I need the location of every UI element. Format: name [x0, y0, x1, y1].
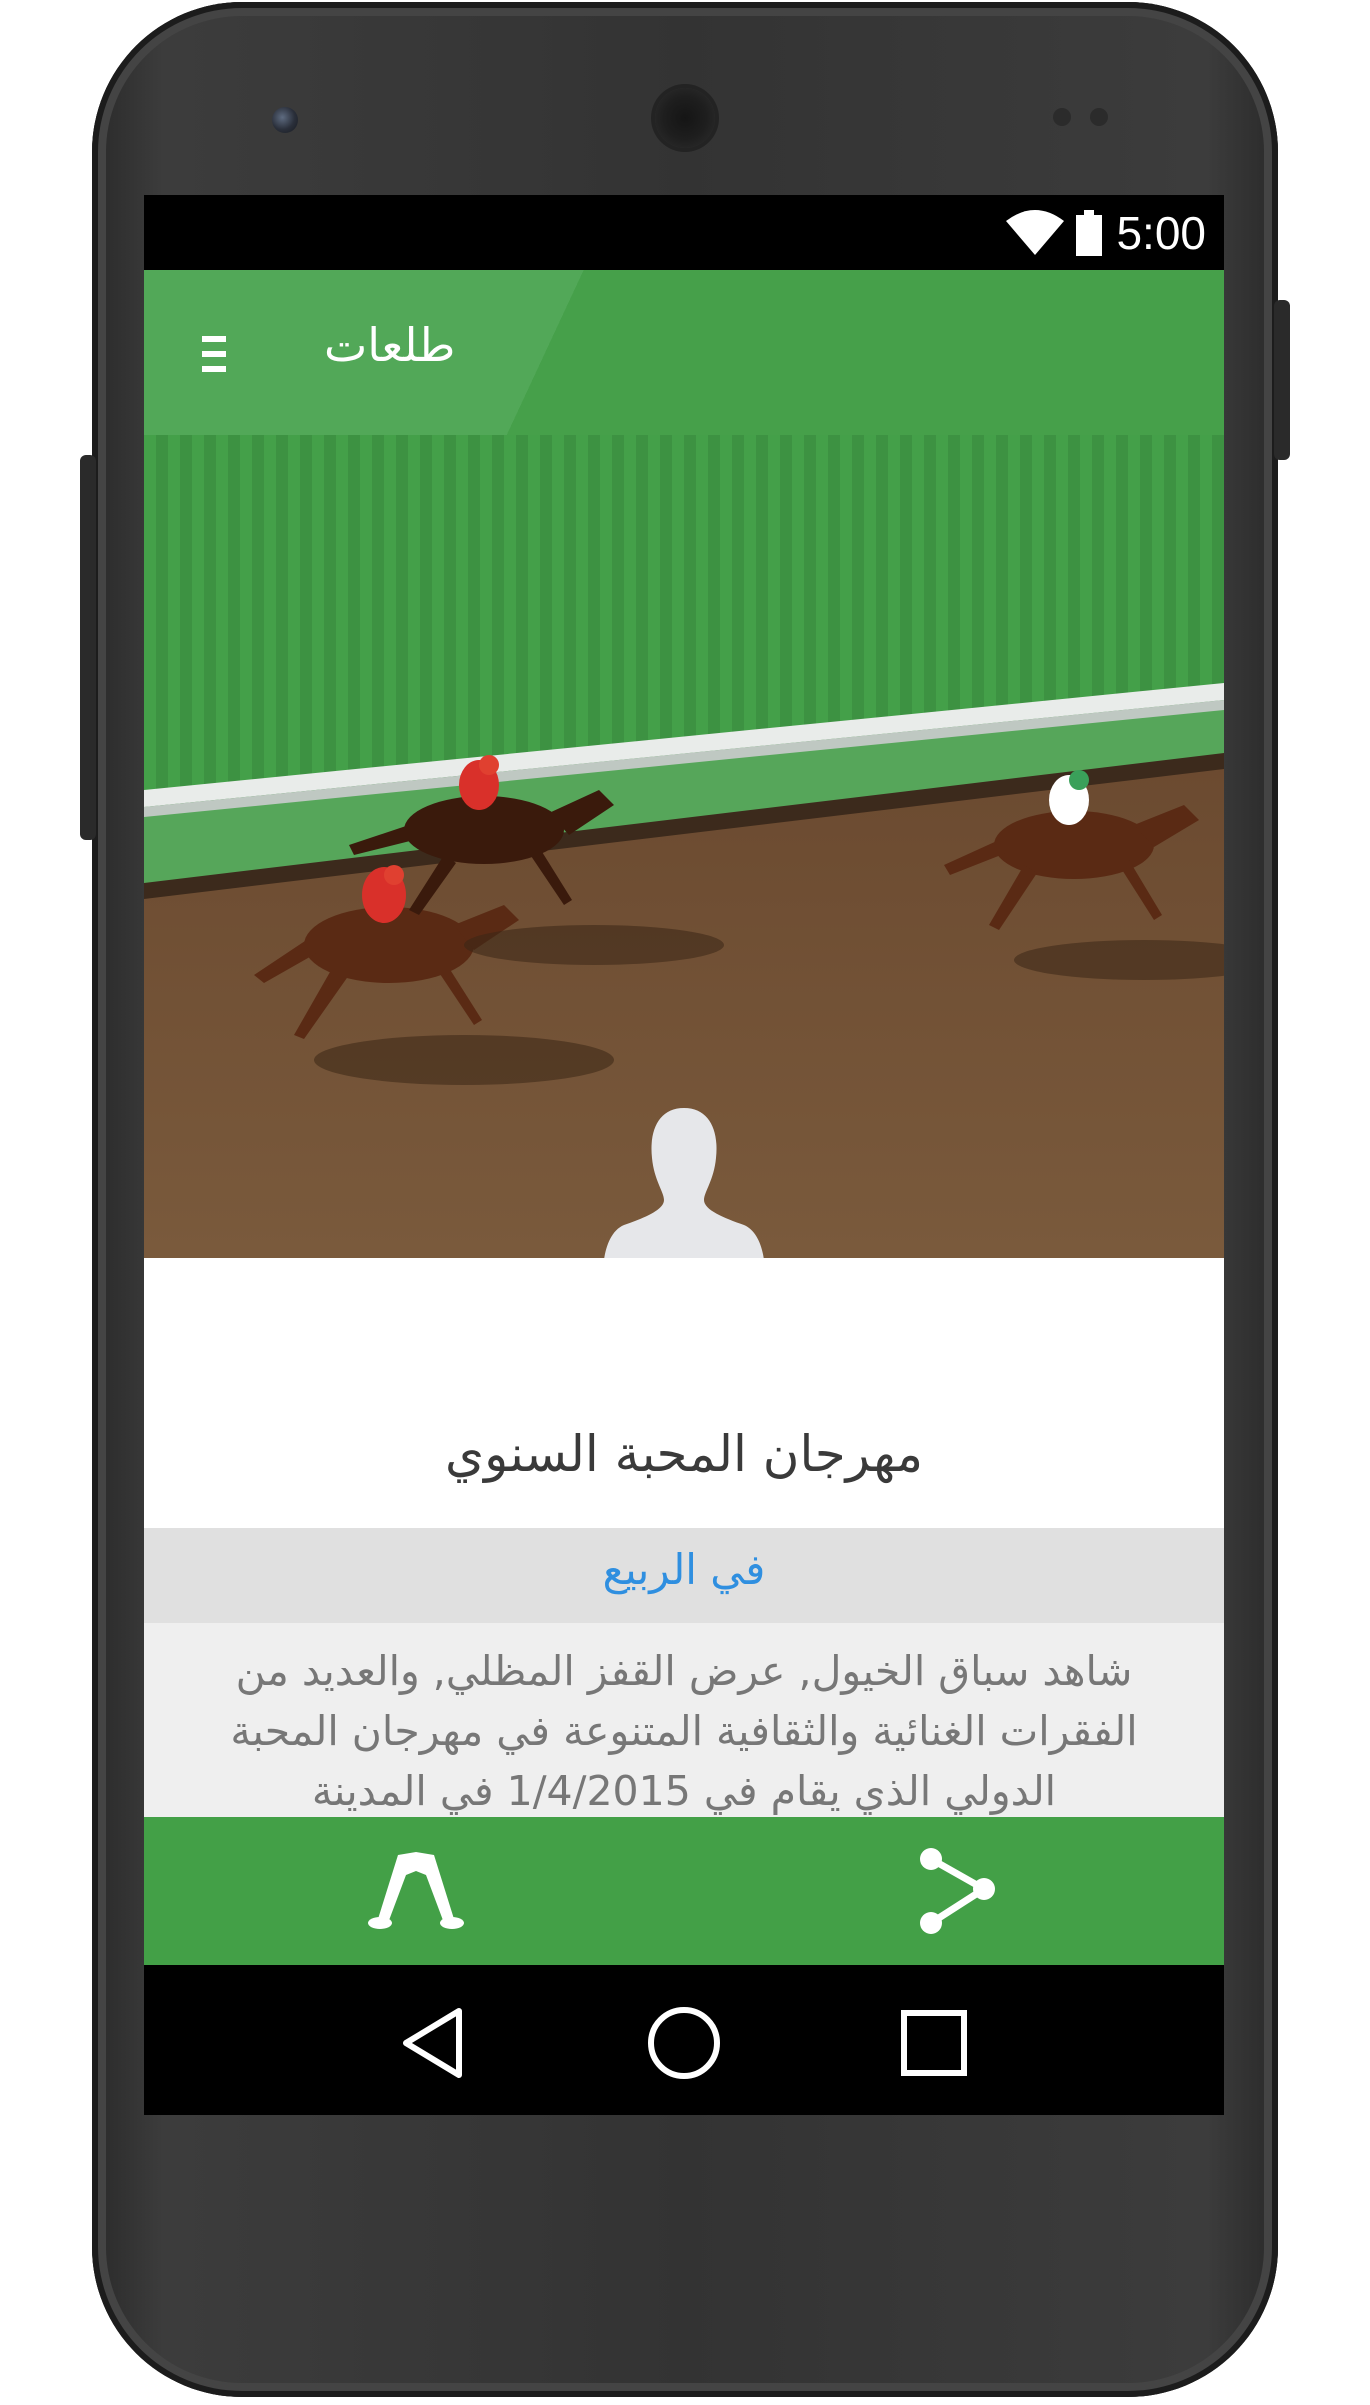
home-icon[interactable]	[644, 2003, 724, 2083]
app-screen: 5:00 طلعات مهرجان المحبة السنوي في الربي…	[144, 195, 1224, 2115]
power-button	[1274, 300, 1290, 460]
recent-apps-icon[interactable]	[894, 2003, 974, 2083]
card-body	[144, 1258, 1224, 1528]
back-icon[interactable]	[394, 2003, 474, 2083]
system-navigation-bar	[144, 1965, 1224, 2115]
volume-button	[80, 455, 96, 840]
event-description: شاهد سباق الخيول, عرض القفز المظلي, والع…	[230, 1647, 1138, 1815]
menu-icon[interactable]	[192, 332, 236, 376]
proximity-sensor	[1053, 108, 1071, 126]
wifi-icon	[1006, 209, 1065, 255]
avatar-icon	[604, 1108, 764, 1260]
status-clock: 5:00	[1116, 206, 1206, 259]
bookmark-icon[interactable]	[366, 1847, 466, 1937]
app-bar: طلعات	[144, 270, 1224, 435]
share-icon[interactable]	[906, 1847, 1006, 1937]
battery-icon	[1076, 209, 1103, 256]
description-panel[interactable]: شاهد سباق الخيول, عرض القفز المظلي, والع…	[144, 1623, 1224, 1817]
season-link[interactable]: في الربيع	[144, 1545, 1224, 1594]
bottom-action-bar	[144, 1817, 1224, 1965]
status-bar: 5:00	[144, 195, 1224, 270]
app-title: طلعات	[324, 318, 456, 372]
front-camera	[272, 107, 298, 133]
event-title: مهرجان المحبة السنوي	[444, 1425, 924, 1483]
earpiece-speaker	[655, 88, 715, 148]
light-sensor	[1090, 108, 1108, 126]
